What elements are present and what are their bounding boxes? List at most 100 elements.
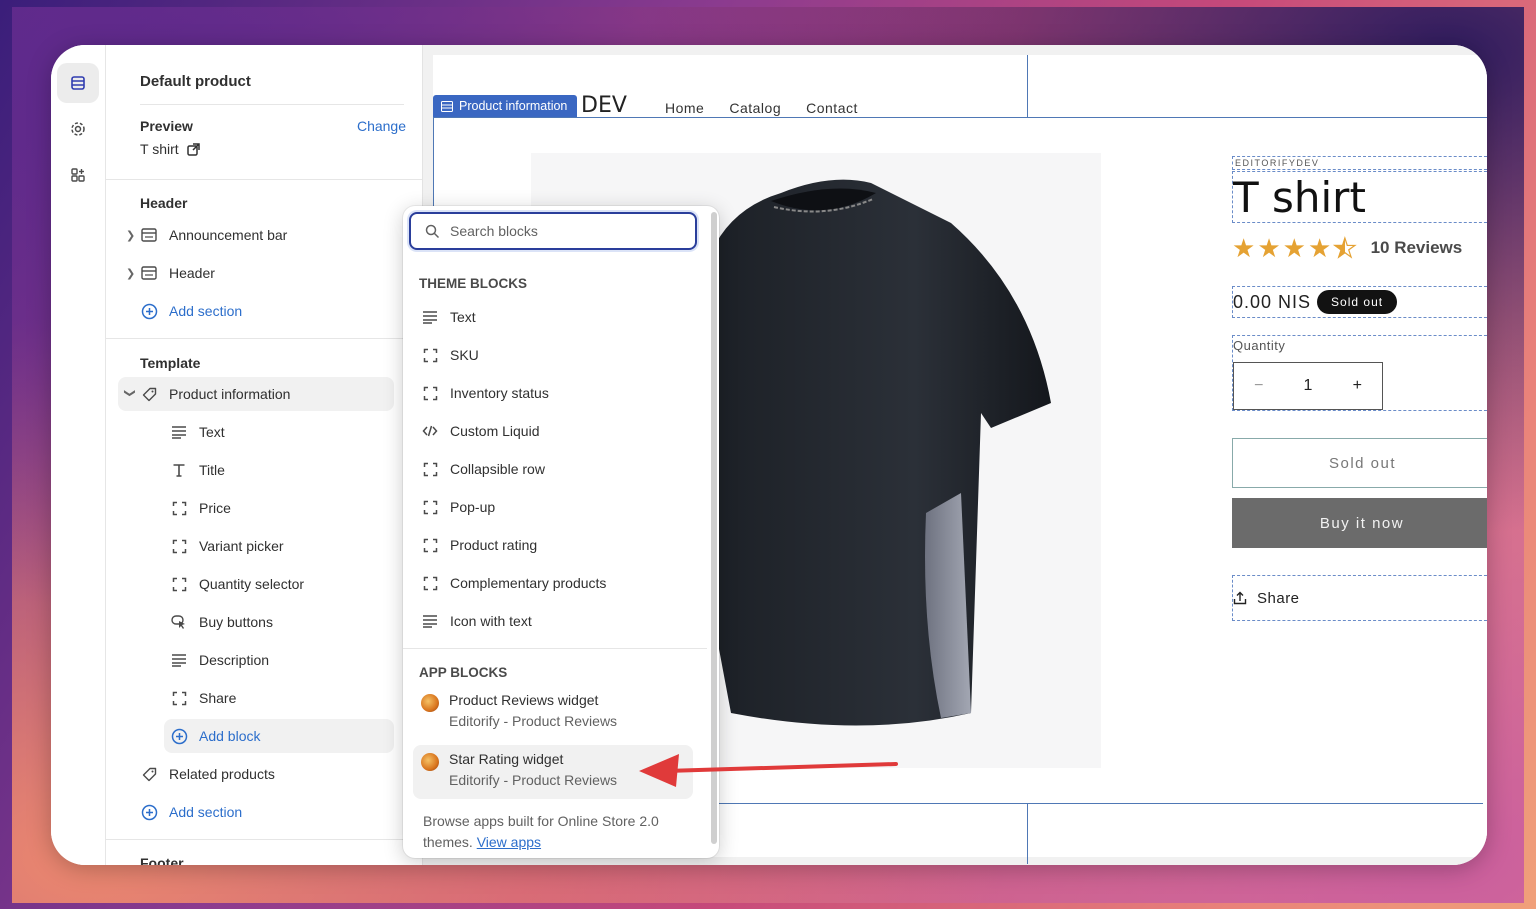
sections-sidebar: Default product Preview Change T shirt H… (106, 45, 472, 865)
add-section-label: Add section (169, 303, 243, 319)
section-badge[interactable]: Product information (433, 95, 578, 117)
add-section-button[interactable]: Add section (140, 294, 242, 328)
sidebar-item-announcement-bar[interactable]: Announcement bar (140, 218, 287, 252)
theme-block-label: Complementary products (450, 575, 607, 591)
divider (106, 839, 422, 840)
block-bracket-icon (170, 689, 188, 707)
cursor-click-icon (170, 613, 188, 631)
product-title[interactable]: T shirt (1232, 171, 1487, 223)
share-button[interactable]: Share (1232, 575, 1487, 621)
app-block-vendor: Editorify - Product Reviews (449, 772, 618, 788)
sold-out-button[interactable]: Sold out (1232, 438, 1487, 488)
nav-link-catalog[interactable]: Catalog (729, 100, 781, 116)
text-lines-icon (421, 308, 439, 326)
sidebar-item-label: Related products (169, 766, 275, 782)
plus-circle-icon (170, 727, 188, 745)
store-header: DEV Home Catalog Contact (433, 55, 1487, 118)
theme-block-icon-with-text[interactable]: Icon with text (421, 608, 532, 634)
app-block-name: Star Rating widget (449, 751, 564, 767)
block-item-buy-buttons[interactable]: Buy buttons (170, 605, 273, 639)
product-vendor[interactable]: EDITORIFYDEV (1232, 156, 1487, 170)
selection-guide (1027, 55, 1028, 118)
product-rating[interactable]: ★ ★ ★ ★ ★ 10 Reviews (1232, 233, 1463, 263)
block-item-text[interactable]: Text (170, 415, 225, 449)
theme-editor-window: Default product Preview Change T shirt H… (51, 45, 1487, 865)
text-lines-icon (170, 423, 188, 441)
theme-block-label: Icon with text (450, 613, 532, 629)
sidebar-item-related-products[interactable]: Related products (140, 757, 275, 791)
nav-link-home[interactable]: Home (665, 100, 704, 116)
sidebar-item-product-information[interactable]: Product information (118, 377, 394, 411)
app-block-star-rating-widget[interactable]: Star Rating widget Editorify - Product R… (413, 745, 693, 799)
tag-icon (140, 385, 158, 403)
popover-scrollbar[interactable] (711, 212, 717, 844)
theme-blocks-heading: THEME BLOCKS (419, 276, 527, 291)
gear-icon[interactable] (57, 109, 99, 149)
sidebar-item-label: Announcement bar (169, 227, 288, 243)
external-link-icon (186, 142, 200, 156)
text-lines-icon (421, 612, 439, 630)
apps-icon[interactable] (57, 155, 99, 195)
chevron-right-icon[interactable]: ❯ (126, 229, 138, 242)
block-label: Price (199, 500, 231, 516)
chevron-down-icon[interactable]: ❯ (124, 389, 137, 401)
block-label: Description (199, 652, 270, 668)
theme-block-label: SKU (450, 347, 479, 363)
preview-product[interactable]: T shirt (140, 141, 200, 157)
quantity-value[interactable]: 1 (1304, 377, 1313, 395)
theme-block-inventory-status[interactable]: Inventory status (421, 380, 549, 406)
theme-block-complementary-products[interactable]: Complementary products (421, 570, 606, 596)
block-label: Title (199, 462, 225, 478)
search-blocks-input[interactable]: Search blocks (409, 212, 697, 250)
theme-block-sku[interactable]: SKU (421, 342, 479, 368)
block-bracket-icon (421, 574, 439, 592)
plus-circle-icon (140, 302, 158, 320)
title-t-icon (170, 461, 188, 479)
change-preview-link[interactable]: Change (357, 118, 406, 134)
theme-block-collapsible-row[interactable]: Collapsible row (421, 456, 545, 482)
block-item-variant-picker[interactable]: Variant picker (170, 529, 284, 563)
block-bracket-icon (421, 536, 439, 554)
theme-block-label: Product rating (450, 537, 538, 553)
add-block-label: Add block (199, 728, 261, 744)
star-full-icon: ★ (1307, 233, 1332, 263)
reviews-count[interactable]: 10 Reviews (1371, 238, 1463, 258)
quantity-stepper[interactable]: − 1 + (1233, 362, 1383, 410)
search-placeholder: Search blocks (450, 223, 538, 239)
quantity-label: Quantity (1233, 338, 1286, 353)
nav-link-contact[interactable]: Contact (806, 100, 858, 116)
block-item-description[interactable]: Description (170, 643, 269, 677)
theme-block-text[interactable]: Text (421, 304, 476, 330)
add-block-button[interactable]: Add block (164, 719, 394, 753)
sidebar-item-header[interactable]: Header (140, 256, 215, 290)
block-item-quantity-selector[interactable]: Quantity selector (170, 567, 304, 601)
share-icon (1233, 591, 1247, 605)
add-block-popover: Search blocks THEME BLOCKS Text SKU Inve… (403, 206, 719, 858)
block-label: Variant picker (199, 538, 284, 554)
increase-quantity-button[interactable]: + (1353, 377, 1362, 395)
theme-block-pop-up[interactable]: Pop-up (421, 494, 495, 520)
view-apps-link[interactable]: View apps (477, 834, 541, 850)
buy-it-now-button[interactable]: Buy it now (1232, 498, 1487, 548)
block-item-title[interactable]: Title (170, 453, 225, 487)
sections-icon[interactable] (57, 63, 99, 103)
preview-product-name: T shirt (140, 141, 179, 157)
decrease-quantity-button[interactable]: − (1254, 377, 1263, 395)
store-brand[interactable]: DEV (581, 93, 627, 118)
divider (106, 338, 422, 339)
section-icon (140, 226, 158, 244)
app-blocks-heading: APP BLOCKS (419, 665, 508, 680)
block-bracket-icon (170, 537, 188, 555)
browse-apps-text: Browse apps built for Online Store 2.0 t… (423, 811, 693, 853)
product-price[interactable]: 0.00 NIS Sold out (1232, 286, 1487, 318)
theme-block-custom-liquid[interactable]: Custom Liquid (421, 418, 540, 444)
section-badge-label: Product information (459, 99, 568, 113)
divider (106, 179, 422, 180)
add-section-button[interactable]: Add section (140, 795, 242, 829)
block-item-price[interactable]: Price (170, 491, 231, 525)
theme-block-product-rating[interactable]: Product rating (421, 532, 537, 558)
block-item-share[interactable]: Share (170, 681, 236, 715)
plus-circle-icon (140, 803, 158, 821)
app-block-product-reviews-widget[interactable]: Product Reviews widget Editorify - Produ… (413, 686, 693, 740)
chevron-right-icon[interactable]: ❯ (126, 267, 138, 280)
